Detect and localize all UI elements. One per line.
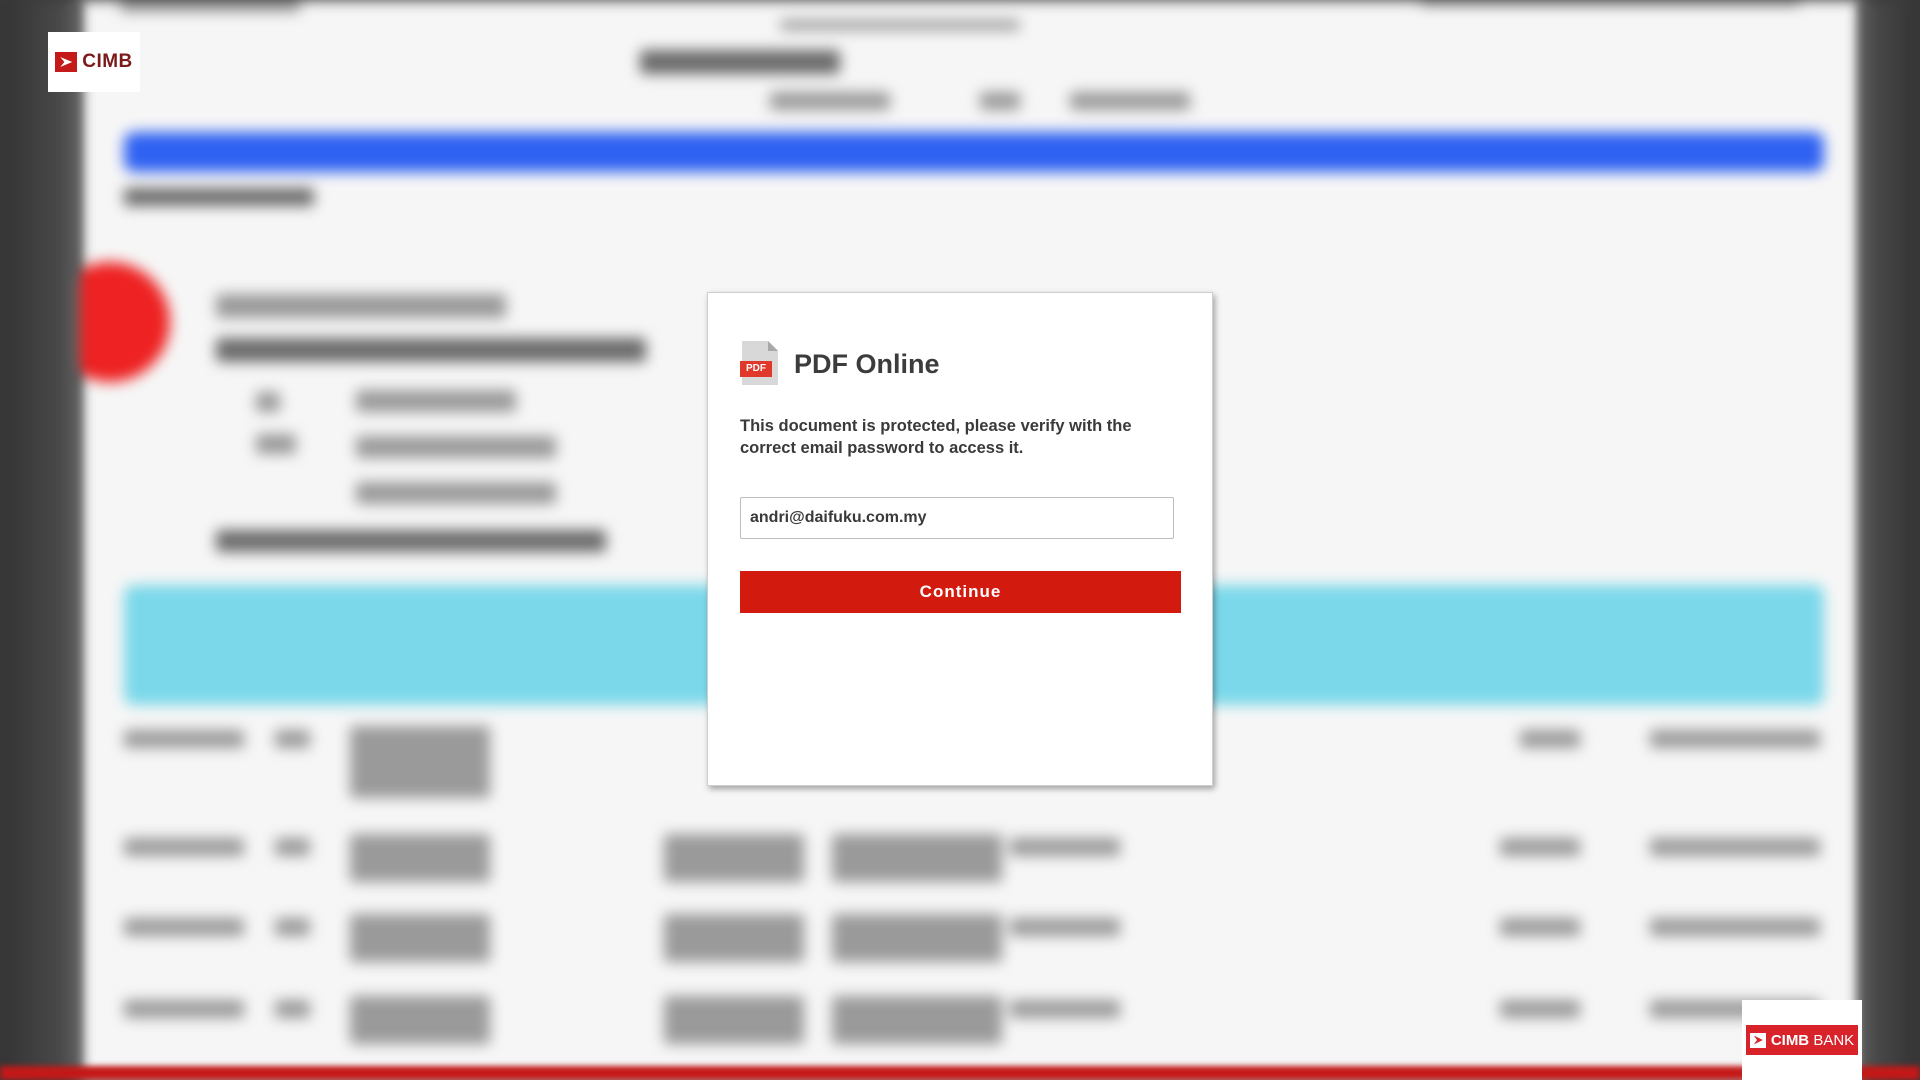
- continue-button[interactable]: Continue: [740, 571, 1181, 613]
- dialog-title: PDF Online: [794, 348, 940, 379]
- cimb-logo-mark-icon: [55, 52, 78, 72]
- left-shadow-bar: [0, 0, 80, 1080]
- dialog-header: PDF PDF Online: [740, 341, 940, 387]
- pdf-file-icon: PDF: [740, 341, 780, 387]
- email-field[interactable]: [740, 497, 1174, 539]
- cimb-bank-text: CIMB BANK: [1771, 1032, 1854, 1049]
- cimb-logo-text: CIMB: [82, 51, 133, 72]
- bottom-red-strip: [0, 1066, 1920, 1080]
- cimb-bank-badge: CIMB BANK: [1746, 1025, 1858, 1055]
- cimb-bank-text-bold: CIMB: [1770, 1031, 1810, 1049]
- cimb-bank-logo: CIMB BANK: [1742, 1000, 1862, 1080]
- right-shadow-bar: [1860, 0, 1920, 1080]
- dialog-message: This document is protected, please verif…: [740, 417, 1132, 457]
- cimb-bank-text-suffix: BANK: [1813, 1031, 1855, 1049]
- pdf-icon-tag: PDF: [740, 361, 772, 377]
- page: CIMB CIMB BANK PDF PDF Online This docum…: [0, 0, 1920, 1080]
- cimb-bank-mark-icon: [1749, 1032, 1766, 1048]
- pdf-verify-dialog: PDF PDF Online This document is protecte…: [707, 292, 1213, 786]
- cimb-logo: CIMB: [48, 32, 140, 92]
